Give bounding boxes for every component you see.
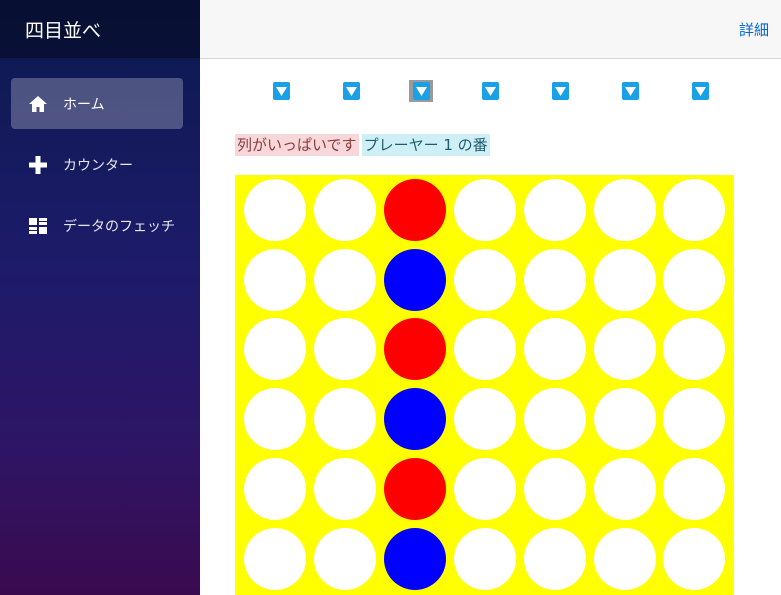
arrow-down-icon xyxy=(272,82,290,100)
empty-slot xyxy=(663,388,725,450)
red-piece xyxy=(384,458,446,520)
empty-slot xyxy=(244,318,306,380)
nav-item-label: カウンター xyxy=(63,157,133,174)
empty-slot xyxy=(244,249,306,311)
home-icon xyxy=(27,93,49,115)
empty-slot xyxy=(524,528,586,590)
empty-slot xyxy=(594,458,656,520)
nav-item-counter[interactable]: カウンター xyxy=(11,139,183,190)
empty-slot xyxy=(314,458,376,520)
empty-slot xyxy=(454,318,516,380)
empty-slot xyxy=(663,318,725,380)
arrow-down-icon xyxy=(412,82,430,100)
empty-slot xyxy=(663,458,725,520)
empty-slot xyxy=(594,179,656,241)
arrow-down-icon xyxy=(342,82,360,100)
empty-slot xyxy=(663,249,725,311)
drop-column-button[interactable] xyxy=(481,81,500,101)
empty-slot xyxy=(524,388,586,450)
empty-slot xyxy=(594,249,656,311)
empty-slot xyxy=(244,528,306,590)
arrow-down-icon xyxy=(621,82,639,100)
empty-slot xyxy=(314,179,376,241)
arrow-down-icon xyxy=(551,82,569,100)
red-piece xyxy=(384,318,446,380)
app-title[interactable]: 四目並べ xyxy=(0,0,200,58)
empty-slot xyxy=(524,249,586,311)
nav-item-label: データのフェッチ xyxy=(63,218,175,235)
about-link[interactable]: 詳細 xyxy=(739,19,769,40)
empty-slot xyxy=(314,528,376,590)
empty-slot xyxy=(594,528,656,590)
game-board xyxy=(235,175,734,595)
nav-menu: ホーム カウンター データのフェッチ xyxy=(0,58,200,251)
blue-piece xyxy=(384,528,446,590)
empty-slot xyxy=(594,318,656,380)
empty-slot xyxy=(454,249,516,311)
plus-icon xyxy=(27,154,49,176)
empty-slot xyxy=(524,458,586,520)
nav-item-home[interactable]: ホーム xyxy=(11,78,183,129)
red-piece xyxy=(384,179,446,241)
empty-slot xyxy=(454,179,516,241)
empty-slot xyxy=(454,528,516,590)
drop-column-button[interactable] xyxy=(691,81,710,101)
nav-item-label: ホーム xyxy=(63,96,105,113)
status-bar: 列がいっぱいです プレーヤー 1 の番 xyxy=(235,134,490,156)
drop-column-button[interactable] xyxy=(409,80,433,102)
arrow-down-icon xyxy=(481,82,499,100)
empty-slot xyxy=(244,388,306,450)
top-row: 詳細 xyxy=(200,0,781,59)
list-icon xyxy=(27,215,49,237)
empty-slot xyxy=(663,528,725,590)
status-error: 列がいっぱいです xyxy=(235,134,359,156)
drop-column-button[interactable] xyxy=(621,81,640,101)
empty-slot xyxy=(594,388,656,450)
blue-piece xyxy=(384,388,446,450)
empty-slot xyxy=(524,179,586,241)
empty-slot xyxy=(314,388,376,450)
empty-slot xyxy=(314,249,376,311)
drop-column-button[interactable] xyxy=(272,81,291,101)
empty-slot xyxy=(524,318,586,380)
drop-column-button[interactable] xyxy=(342,81,361,101)
empty-slot xyxy=(454,458,516,520)
drop-column-button[interactable] xyxy=(551,81,570,101)
blue-piece xyxy=(384,249,446,311)
nav-item-fetch-data[interactable]: データのフェッチ xyxy=(11,200,183,251)
status-turn: プレーヤー 1 の番 xyxy=(361,134,490,156)
empty-slot xyxy=(244,179,306,241)
empty-slot xyxy=(244,458,306,520)
arrow-down-icon xyxy=(691,82,709,100)
empty-slot xyxy=(314,318,376,380)
sidebar: 四目並べ ホーム カウンター データのフェッチ xyxy=(0,0,200,595)
empty-slot xyxy=(454,388,516,450)
empty-slot xyxy=(663,179,725,241)
